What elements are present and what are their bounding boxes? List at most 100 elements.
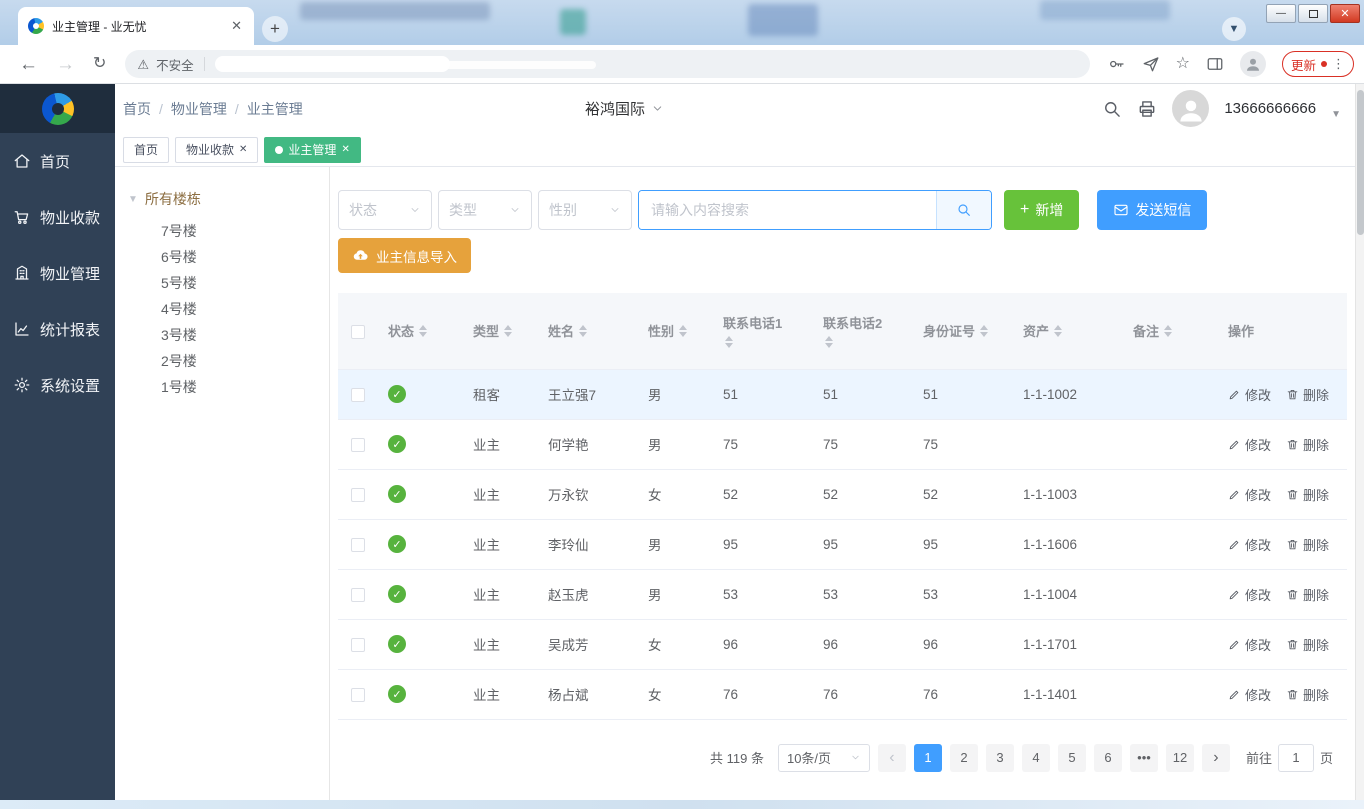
type-select[interactable]: 类型: [438, 190, 532, 230]
sort-icon[interactable]: [1164, 325, 1172, 337]
page-button[interactable]: 3: [986, 744, 1014, 772]
edit-button[interactable]: 修改: [1228, 485, 1271, 504]
tab-close-icon[interactable]: ✕: [229, 18, 244, 34]
row-checkbox[interactable]: [351, 388, 365, 402]
tree-item-building[interactable]: 4号楼: [115, 296, 329, 322]
reload-button[interactable]: ↻: [93, 56, 106, 72]
tab-search-button[interactable]: ▼: [1222, 17, 1246, 41]
delete-button[interactable]: 删除: [1286, 435, 1329, 454]
column-header-remark[interactable]: 备注: [1123, 293, 1218, 369]
browser-update-button[interactable]: 更新 ⋮: [1282, 51, 1354, 77]
tree-item-building[interactable]: 2号楼: [115, 348, 329, 374]
column-header-idnumber[interactable]: 身份证号: [913, 293, 1013, 369]
sort-icon[interactable]: [1054, 325, 1062, 337]
next-page-button[interactable]: ›: [1202, 744, 1230, 772]
key-icon[interactable]: [1108, 55, 1126, 73]
page-size-select[interactable]: 10条/页: [778, 744, 870, 772]
search-button[interactable]: [936, 191, 991, 229]
delete-button[interactable]: 删除: [1286, 585, 1329, 604]
delete-button[interactable]: 删除: [1286, 385, 1329, 404]
browser-tab[interactable]: 业主管理 - 业无忧 ✕: [18, 7, 254, 45]
column-header-type[interactable]: 类型: [463, 293, 538, 369]
row-checkbox[interactable]: [351, 688, 365, 702]
table-row[interactable]: ✓ 业主 万永钦 女 52 52 52 1-1-1003 修改 删除: [338, 469, 1347, 519]
delete-button[interactable]: 删除: [1286, 685, 1329, 704]
sort-icon[interactable]: [825, 336, 833, 348]
edit-button[interactable]: 修改: [1228, 585, 1271, 604]
sort-icon[interactable]: [725, 336, 733, 348]
row-checkbox[interactable]: [351, 638, 365, 652]
print-icon[interactable]: [1137, 99, 1157, 119]
row-checkbox[interactable]: [351, 488, 365, 502]
tree-item-building[interactable]: 5号楼: [115, 270, 329, 296]
column-header-phone2[interactable]: 联系电话2: [813, 293, 913, 369]
goto-page-input[interactable]: [1278, 744, 1314, 772]
add-button[interactable]: + 新增: [1004, 190, 1079, 230]
sort-icon[interactable]: [980, 325, 988, 337]
column-header-name[interactable]: 姓名: [538, 293, 638, 369]
sidebar-item-property[interactable]: 物业管理: [0, 245, 115, 301]
tab-owner-management[interactable]: 业主管理 ✕: [264, 137, 360, 163]
table-row[interactable]: ✓ 业主 杨占斌 女 76 76 76 1-1-1401 修改 删除: [338, 669, 1347, 719]
row-checkbox[interactable]: [351, 438, 365, 452]
edit-button[interactable]: 修改: [1228, 685, 1271, 704]
row-checkbox[interactable]: [351, 588, 365, 602]
caret-down-icon[interactable]: ▼: [128, 194, 138, 205]
sort-icon[interactable]: [419, 325, 427, 337]
tree-item-building[interactable]: 7号楼: [115, 218, 329, 244]
page-button[interactable]: 6: [1094, 744, 1122, 772]
page-button[interactable]: 12: [1166, 744, 1194, 772]
edit-button[interactable]: 修改: [1228, 535, 1271, 554]
page-button[interactable]: 5: [1058, 744, 1086, 772]
back-button[interactable]: ←: [19, 55, 38, 74]
table-row[interactable]: ✓ 业主 赵玉虎 男 53 53 53 1-1-1004 修改 删除: [338, 569, 1347, 619]
edit-button[interactable]: 修改: [1228, 435, 1271, 454]
prev-page-button[interactable]: ‹: [878, 744, 906, 772]
kebab-menu-icon[interactable]: ⋮: [1332, 56, 1345, 72]
table-row[interactable]: ✓ 业主 李玲仙 男 95 95 95 1-1-1606 修改 删除: [338, 519, 1347, 569]
tree-item-building[interactable]: 1号楼: [115, 374, 329, 400]
side-panel-icon[interactable]: [1206, 55, 1224, 73]
sort-icon[interactable]: [579, 325, 587, 337]
minimize-button[interactable]: —: [1266, 4, 1296, 23]
sidebar-item-reports[interactable]: 统计报表: [0, 301, 115, 357]
column-header-phone1[interactable]: 联系电话1: [713, 293, 813, 369]
column-header-asset[interactable]: 资产: [1013, 293, 1123, 369]
search-input[interactable]: [639, 191, 936, 229]
column-header-status[interactable]: 状态: [378, 293, 463, 369]
tab-collection[interactable]: 物业收款 ✕: [175, 137, 258, 163]
import-owners-button[interactable]: 业主信息导入: [338, 238, 471, 273]
user-avatar[interactable]: [1172, 90, 1209, 127]
tree-root-all-buildings[interactable]: ▼ 所有楼栋: [115, 189, 329, 209]
table-row[interactable]: ✓ 业主 何学艳 男 75 75 75 修改 删除: [338, 419, 1347, 469]
column-header-gender[interactable]: 性别: [638, 293, 713, 369]
sort-icon[interactable]: [504, 325, 512, 337]
browser-profile-avatar[interactable]: [1240, 51, 1266, 77]
sidebar-item-settings[interactable]: 系统设置: [0, 357, 115, 413]
page-ellipsis[interactable]: •••: [1130, 744, 1158, 772]
close-button[interactable]: ✕: [1330, 4, 1360, 23]
search-icon[interactable]: [1102, 99, 1122, 119]
sidebar-item-home[interactable]: 首页: [0, 133, 115, 189]
edit-button[interactable]: 修改: [1228, 635, 1271, 654]
forward-button[interactable]: →: [56, 55, 75, 74]
security-label[interactable]: 不安全: [156, 55, 194, 74]
company-selector[interactable]: 裕鸿国际: [585, 84, 664, 133]
page-button[interactable]: 4: [1022, 744, 1050, 772]
chevron-down-icon[interactable]: ▼: [1331, 109, 1341, 120]
tab-home[interactable]: 首页: [123, 137, 169, 163]
maximize-button[interactable]: [1298, 4, 1328, 23]
table-row[interactable]: ✓ 业主 吴成芳 女 96 96 96 1-1-1701 修改 删除: [338, 619, 1347, 669]
address-bar[interactable]: ⚠ 不安全: [125, 50, 1089, 78]
delete-button[interactable]: 删除: [1286, 635, 1329, 654]
close-icon[interactable]: ✕: [239, 144, 247, 155]
tree-item-building[interactable]: 6号楼: [115, 244, 329, 270]
table-row[interactable]: ✓ 租客 王立强7 男 51 51 51 1-1-1002 修改 删除: [338, 369, 1347, 419]
bookmark-star-icon[interactable]: ☆: [1176, 56, 1190, 72]
share-icon[interactable]: [1142, 55, 1160, 73]
select-all-checkbox[interactable]: [351, 325, 365, 339]
status-select[interactable]: 状态: [338, 190, 432, 230]
new-tab-button[interactable]: +: [262, 16, 288, 42]
page-button[interactable]: 2: [950, 744, 978, 772]
send-sms-button[interactable]: 发送短信: [1097, 190, 1207, 230]
